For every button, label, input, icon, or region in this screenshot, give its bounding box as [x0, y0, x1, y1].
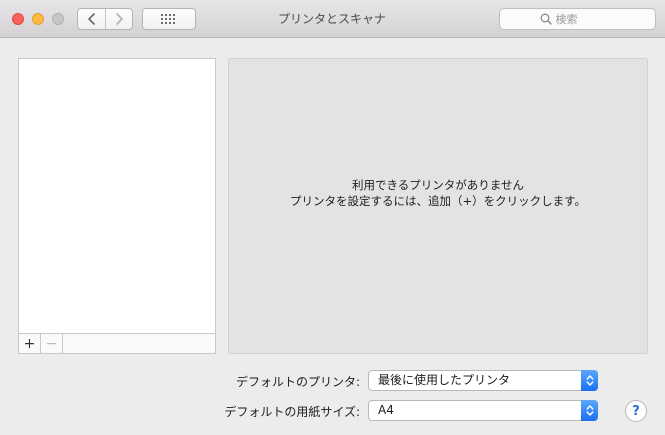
show-all-button[interactable] — [142, 8, 196, 30]
default-printer-value: 最後に使用したプリンタ — [378, 373, 511, 387]
add-printer-button[interactable]: + — [19, 334, 41, 353]
default-paper-size-popup[interactable]: A4 — [368, 400, 598, 421]
help-button[interactable]: ? — [625, 400, 647, 422]
printer-detail-panel: 利用できるプリンタがありません プリンタを設定するには、追加（+）をクリックしま… — [228, 58, 648, 354]
popup-arrows-icon — [581, 400, 598, 421]
default-paper-size-value: A4 — [378, 403, 394, 417]
search-icon — [540, 13, 552, 25]
grid-icon — [161, 14, 175, 24]
printer-list-footer: + − — [19, 333, 215, 353]
title-bar: プリンタとスキャナ — [0, 0, 665, 38]
nav-button-group — [77, 8, 133, 30]
back-button[interactable] — [78, 9, 105, 29]
forward-button[interactable] — [105, 9, 132, 29]
default-paper-size-label: デフォルトの用紙サイズ: — [224, 405, 360, 419]
search-field[interactable] — [499, 8, 656, 30]
search-input[interactable] — [555, 12, 616, 26]
zoom-button — [52, 13, 64, 25]
popup-arrows-icon — [581, 370, 598, 391]
default-printer-label: デフォルトのプリンタ: — [235, 375, 360, 389]
window-title: プリンタとスキャナ — [277, 12, 386, 26]
empty-state-line-2: プリンタを設定するには、追加（+）をクリックします。 — [290, 194, 586, 208]
empty-state-line-1: 利用できるプリンタがありません — [352, 178, 524, 192]
chevron-left-icon — [87, 13, 95, 25]
printer-list[interactable]: + − — [18, 58, 216, 354]
remove-printer-button: − — [41, 334, 63, 353]
minimize-button[interactable] — [32, 13, 44, 25]
close-button[interactable] — [12, 13, 24, 25]
chevron-right-icon — [116, 13, 123, 25]
empty-state-message: 利用できるプリンタがありません プリンタを設定するには、追加（+）をクリックしま… — [229, 177, 647, 209]
default-printer-popup[interactable]: 最後に使用したプリンタ — [368, 370, 598, 391]
